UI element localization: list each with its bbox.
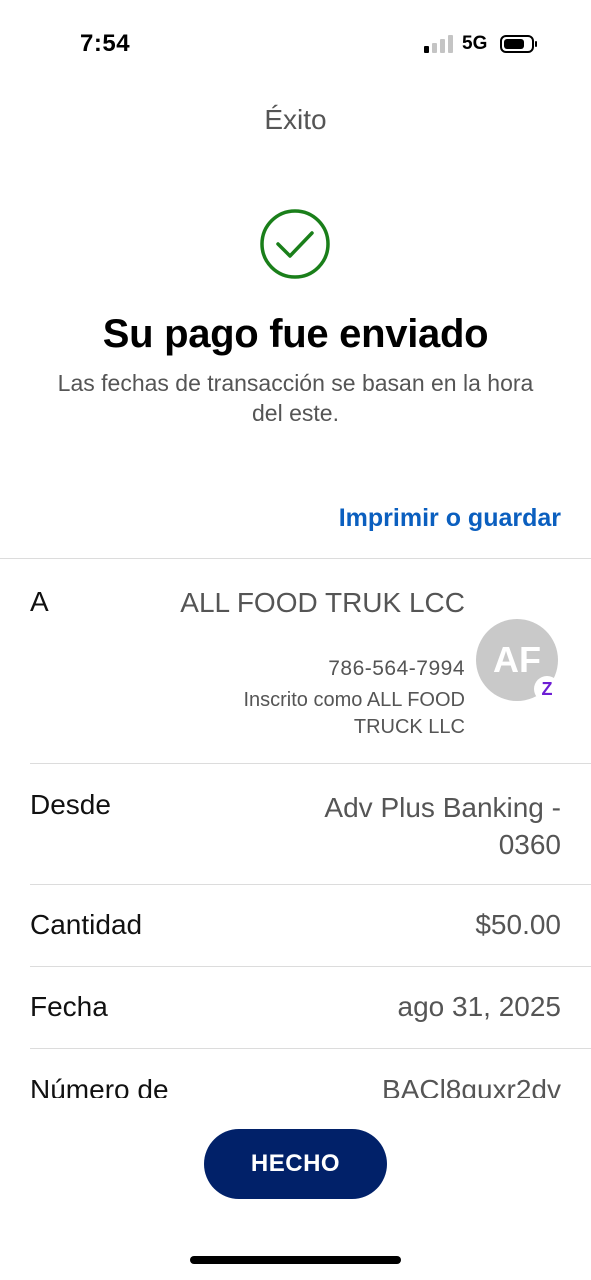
confirmation-value: BACl8guxr2dv	[382, 1074, 561, 1100]
divider	[0, 558, 591, 559]
done-button[interactable]: HECHO	[204, 1129, 387, 1199]
from-label: Desde	[30, 789, 111, 820]
status-time: 7:54	[80, 30, 131, 57]
amount-value: $50.00	[475, 909, 561, 940]
to-label: A	[30, 586, 49, 617]
confirmation-row: Número de BACl8guxr2dv	[0, 1060, 591, 1100]
timezone-note: Las fechas de transacción se basan en la…	[57, 370, 534, 426]
divider	[30, 884, 591, 885]
page-title: Éxito	[264, 104, 327, 135]
home-indicator[interactable]	[190, 1256, 401, 1264]
print-or-save-link[interactable]: Imprimir o guardar	[339, 504, 561, 533]
status-bar: 7:54 5G	[0, 0, 591, 88]
divider	[30, 763, 591, 764]
recipient-phone: 786-564-7994	[328, 657, 465, 680]
battery-icon	[500, 35, 537, 53]
recipient-enrolled-name: Inscrito como ALL FOOD TRUCK LLC	[243, 689, 465, 738]
cellular-signal-icon	[424, 35, 454, 53]
check-circle-icon	[260, 209, 330, 279]
from-account: Adv Plus Banking - 0360	[324, 792, 561, 860]
divider	[30, 1048, 591, 1049]
confirmation-label: Número de	[30, 1074, 169, 1100]
amount-label: Cantidad	[30, 909, 143, 940]
zelle-icon: Z	[534, 676, 560, 702]
date-label: Fecha	[30, 991, 108, 1022]
date-value: ago 31, 2025	[397, 991, 562, 1022]
recipient-name: ALL FOOD TRUK LCC	[180, 587, 465, 618]
success-headline: Su pago fue enviado	[102, 312, 489, 356]
network-type: 5G	[462, 33, 488, 54]
divider	[30, 966, 591, 967]
